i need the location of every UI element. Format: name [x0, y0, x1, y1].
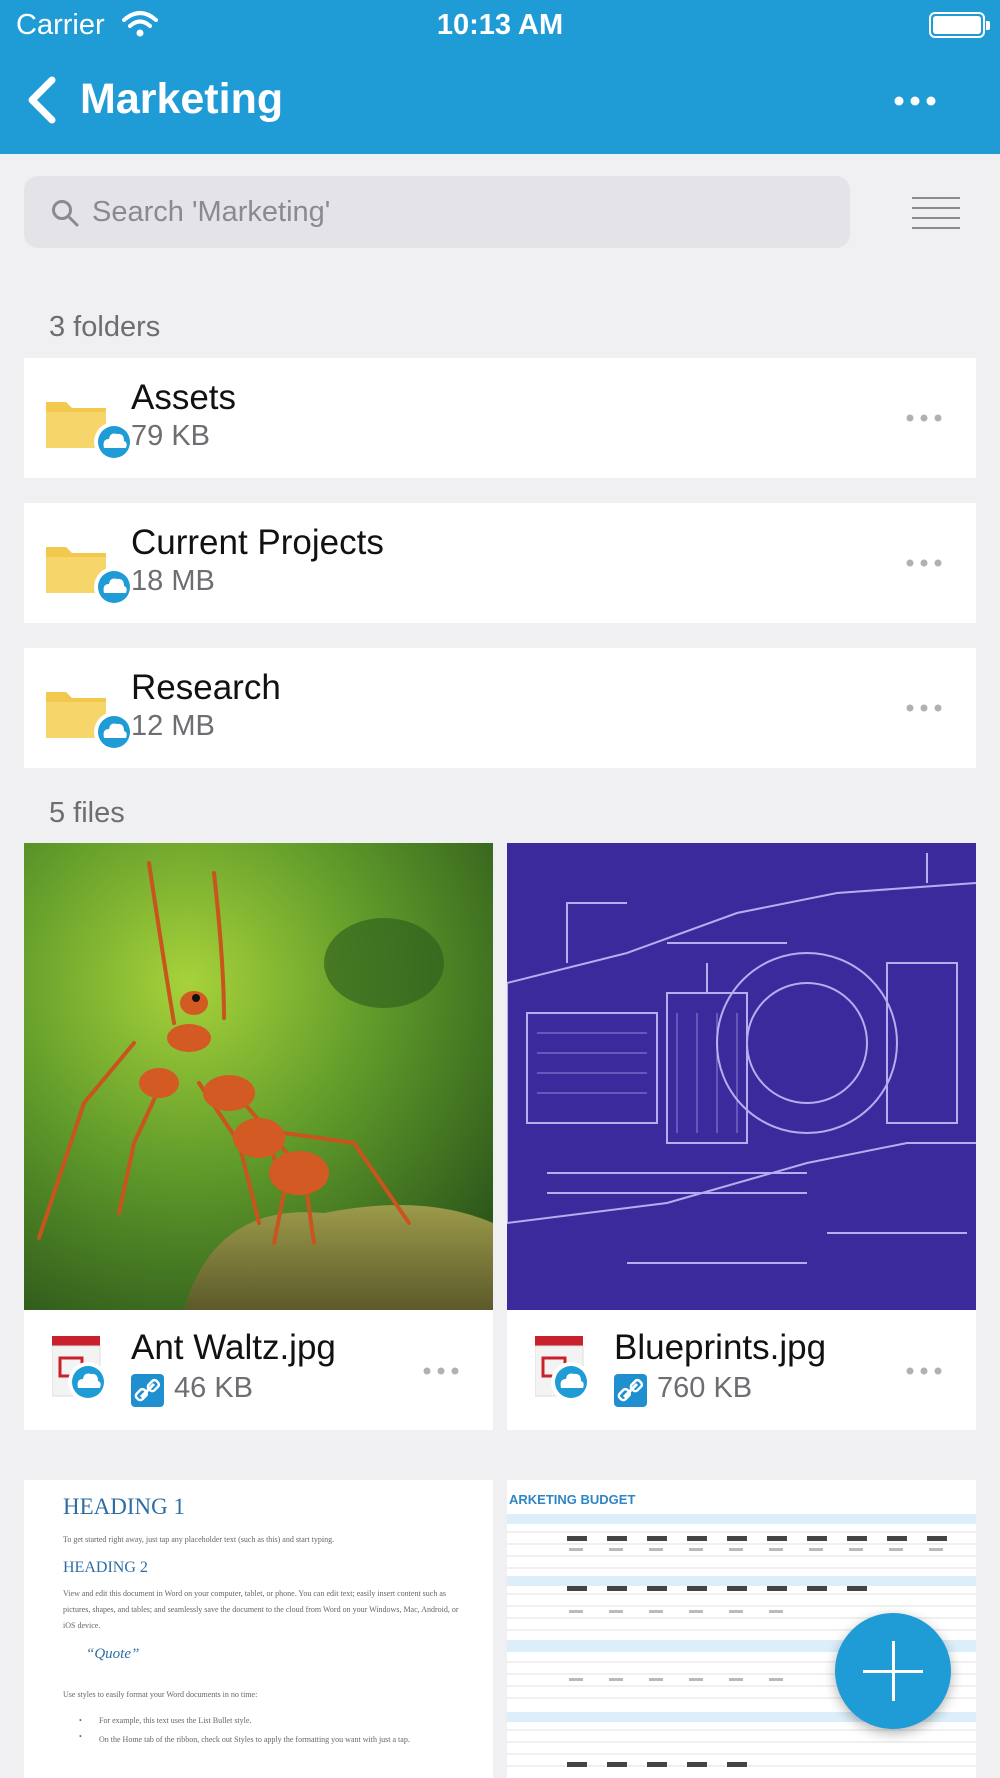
search-icon [52, 200, 79, 227]
cloud-folder-icon [46, 402, 134, 462]
ellipsis-icon[interactable] [899, 693, 949, 723]
ellipsis-icon[interactable] [899, 1356, 949, 1386]
svg-text:ARKETING BUDGET: ARKETING BUDGET [509, 1492, 635, 1507]
navigation-bar: Marketing [0, 60, 1000, 140]
doc-paragraph: To get started right away, just tap any … [63, 1535, 335, 1544]
shared-link-icon [131, 1374, 164, 1407]
image-file-icon [52, 1336, 108, 1402]
ellipsis-icon[interactable] [899, 548, 949, 578]
file-card[interactable]: HEADING 1 To get started right away, jus… [24, 1480, 493, 1778]
file-name: Blueprints.jpg [614, 1328, 827, 1367]
shared-link-icon [614, 1374, 647, 1407]
page-title: Marketing [80, 75, 284, 123]
chevron-left-icon[interactable] [22, 74, 62, 126]
blueprint-thumbnail [507, 843, 976, 1310]
search-input[interactable] [92, 186, 832, 238]
file-size: 760 KB [657, 1372, 753, 1404]
folder-size: 18 MB [131, 565, 215, 597]
folder-row[interactable]: Research 12 MB [24, 648, 976, 768]
folder-name: Current Projects [131, 523, 384, 562]
folders-count-label: 3 folders [49, 311, 161, 343]
file-size: 46 KB [174, 1372, 253, 1404]
folder-row[interactable]: Current Projects 18 MB [24, 503, 976, 623]
image-file-icon [535, 1336, 591, 1402]
file-meta: Ant Waltz.jpg 46 KB [24, 1310, 493, 1430]
doc-paragraph: Use styles to easily format your Word do… [63, 1690, 258, 1699]
doc-quote: “Quote” [86, 1646, 140, 1662]
doc-heading-2: HEADING 2 [63, 1559, 148, 1576]
status-bar: Carrier 10:13 AM [0, 0, 1000, 50]
add-button[interactable] [835, 1613, 951, 1729]
folder-row[interactable]: Assets 79 KB [24, 358, 976, 478]
file-name: Ant Waltz.jpg [131, 1328, 336, 1367]
folder-name: Research [131, 668, 281, 707]
ellipsis-icon[interactable] [416, 1356, 466, 1386]
doc-bullet: For example, this text uses the List Bul… [99, 1716, 252, 1725]
document-thumbnail: HEADING 1 To get started right away, jus… [24, 1480, 493, 1778]
battery-icon [929, 12, 990, 38]
folder-name: Assets [131, 378, 237, 417]
folder-size: 12 MB [131, 710, 215, 742]
cloud-folder-icon [46, 547, 134, 607]
file-card[interactable]: Blueprints.jpg 760 KB [507, 843, 976, 1430]
doc-paragraph: View and edit this document in Word on y… [63, 1589, 459, 1630]
doc-bullet-marker: • [79, 1732, 82, 1741]
file-card[interactable]: Ant Waltz.jpg 46 KB [24, 843, 493, 1430]
ellipsis-icon[interactable] [890, 86, 940, 116]
top-bar: Carrier 10:13 AM Marketing [0, 0, 1000, 154]
clock: 10:13 AM [436, 9, 564, 41]
files-count-label: 5 files [49, 797, 125, 829]
doc-bullet-marker: • [79, 1716, 82, 1725]
ants-photo-thumbnail [24, 843, 493, 1310]
doc-heading-1: HEADING 1 [63, 1494, 186, 1519]
doc-bullet: On the Home tab of the ribbon, check out… [99, 1735, 410, 1744]
list-sort-icon[interactable] [910, 194, 962, 234]
folder-size: 79 KB [131, 420, 210, 452]
file-meta: Blueprints.jpg 760 KB [507, 1310, 976, 1430]
cloud-folder-icon [46, 692, 134, 752]
ellipsis-icon[interactable] [899, 403, 949, 433]
search-bar [24, 176, 850, 248]
